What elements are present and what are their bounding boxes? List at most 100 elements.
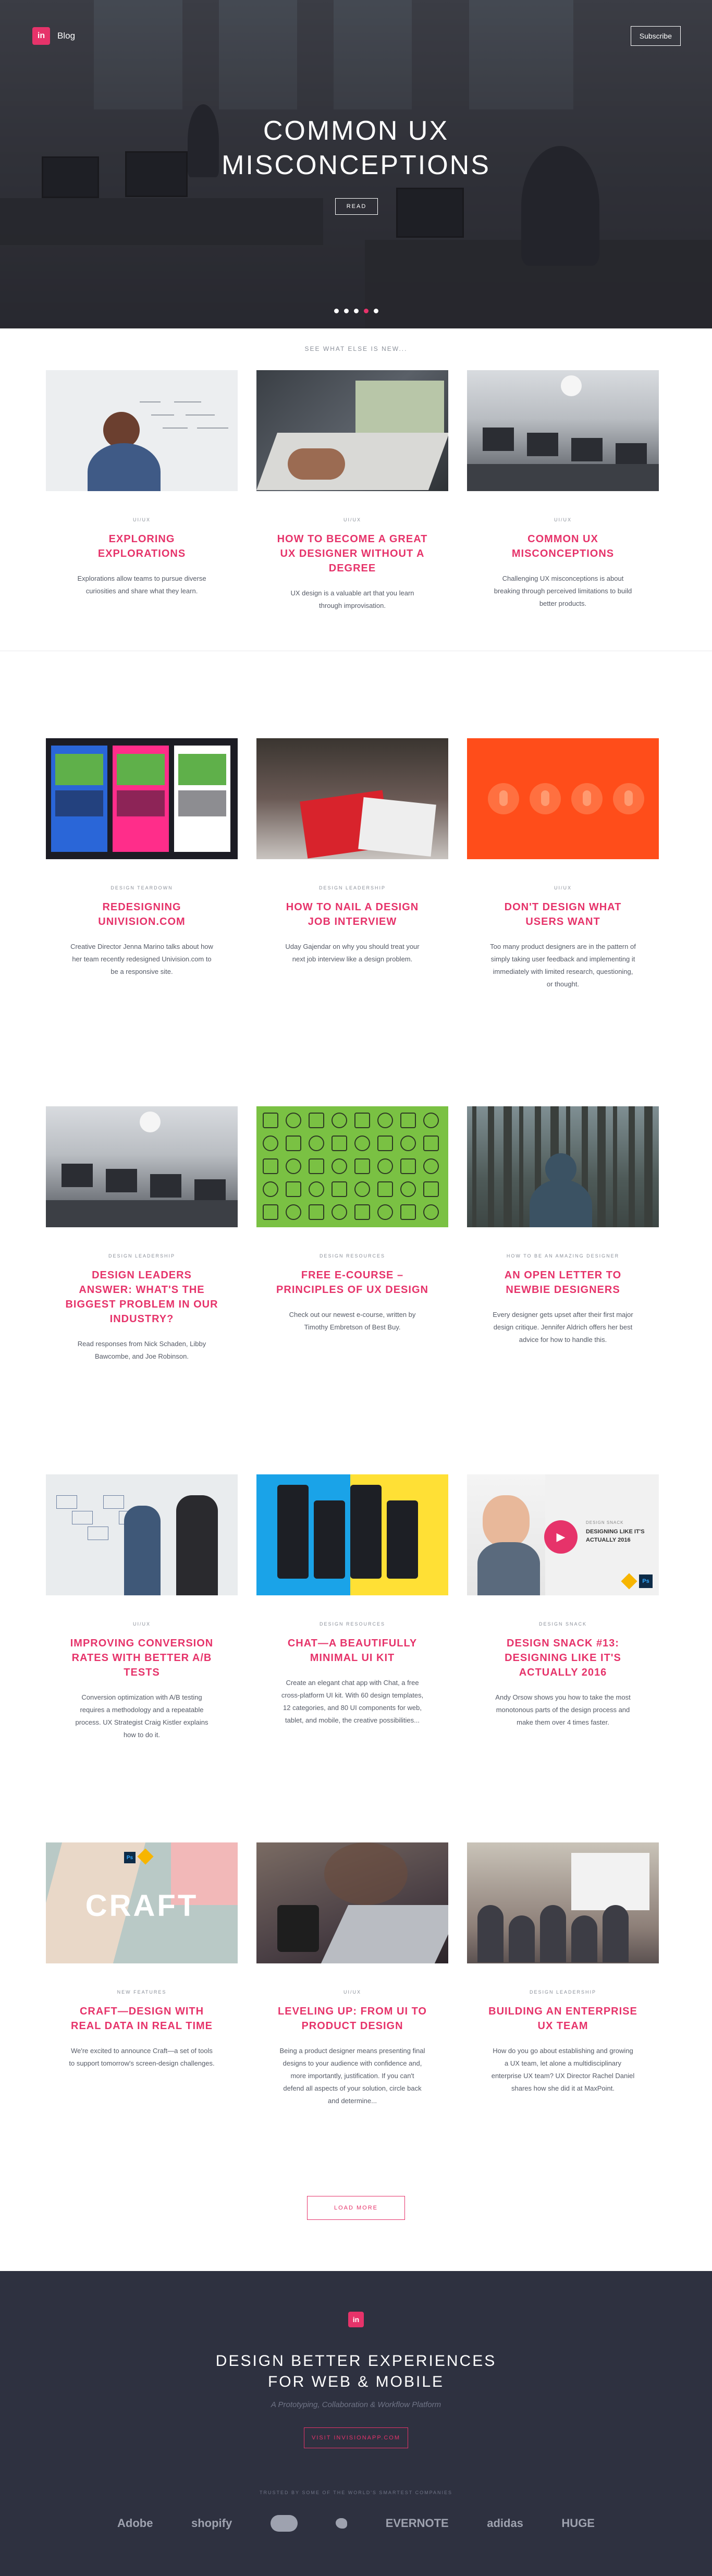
post-card[interactable]: DESIGN LEADERSHIP BUILDING AN ENTERPRISE … bbox=[467, 1842, 659, 2095]
post-category[interactable]: UI/UX bbox=[256, 517, 448, 522]
post-category[interactable]: DESIGN LEADERSHIP bbox=[467, 1989, 659, 1995]
line-icon bbox=[263, 1136, 278, 1151]
whiteboard-scribble bbox=[186, 414, 215, 416]
post-category[interactable]: UI/UX bbox=[46, 1621, 238, 1627]
post-title[interactable]: CHAT—A BEAUTIFULLY MINIMAL UI KIT bbox=[274, 1636, 431, 1665]
post-thumbnail[interactable] bbox=[46, 738, 238, 859]
line-icon bbox=[354, 1181, 370, 1197]
load-more-button[interactable]: LOAD MORE bbox=[307, 2196, 405, 2220]
slider-dot[interactable] bbox=[363, 309, 369, 313]
post-thumbnail[interactable] bbox=[467, 1106, 659, 1227]
post-title[interactable]: LEVELING UP: FROM UI TO PRODUCT DESIGN bbox=[274, 2004, 431, 2033]
post-category[interactable]: DESIGN RESOURCES bbox=[256, 1253, 448, 1259]
post-thumbnail[interactable] bbox=[256, 1474, 448, 1595]
post-category[interactable]: UI/UX bbox=[46, 517, 238, 522]
desk-monitor bbox=[62, 1164, 93, 1187]
post-thumbnail[interactable] bbox=[256, 1106, 448, 1227]
screen-image bbox=[178, 754, 226, 785]
line-icon bbox=[400, 1158, 416, 1174]
post-category[interactable]: DESIGN SNACK bbox=[467, 1621, 659, 1627]
line-icon bbox=[400, 1136, 416, 1151]
post-category[interactable]: HOW TO BE AN AMAZING DESIGNER bbox=[467, 1253, 659, 1259]
post-card[interactable]: UI/UX EXPLORING EXPLORATIONS Explorations … bbox=[46, 370, 238, 597]
line-icon bbox=[423, 1181, 439, 1197]
line-icon bbox=[332, 1136, 347, 1151]
post-thumbnail[interactable] bbox=[256, 370, 448, 491]
read-button[interactable]: READ bbox=[335, 198, 378, 215]
post-thumbnail[interactable] bbox=[46, 1106, 238, 1227]
post-card[interactable]: DESIGN LEADERSHIP DESIGN LEADERS ANSWER: … bbox=[46, 1106, 238, 1363]
post-title[interactable]: DESIGN SNACK #13: DESIGNING LIKE IT'S AC… bbox=[485, 1636, 641, 1680]
post-title[interactable]: DESIGN LEADERS ANSWER: WHAT'S THE BIGGES… bbox=[64, 1268, 220, 1326]
post-excerpt: Uday Gajendar on why you should treat yo… bbox=[285, 943, 420, 963]
whiteboard-scribble bbox=[174, 401, 201, 402]
post-card[interactable]: DESIGN RESOURCES FREE E-COURSE – PRINCIPL… bbox=[256, 1106, 448, 1334]
post-title[interactable]: DON'T DESIGN WHAT USERS WANT bbox=[485, 900, 641, 929]
post-card[interactable]: UI/UX LEVELING UP: FROM UI TO PRODUCT DES… bbox=[256, 1842, 448, 2107]
laptop-keyboard bbox=[256, 433, 448, 490]
post-category[interactable]: UI/UX bbox=[467, 517, 659, 522]
post-category[interactable]: DESIGN LEADERSHIP bbox=[46, 1253, 238, 1259]
line-icon bbox=[309, 1158, 324, 1174]
post-thumbnail[interactable] bbox=[46, 370, 238, 491]
post-title[interactable]: COMMON UX MISCONCEPTIONS bbox=[485, 532, 641, 561]
post-title[interactable]: EXPLORING EXPLORATIONS bbox=[64, 532, 220, 561]
slider-dot[interactable] bbox=[353, 309, 359, 313]
visit-invision-button[interactable]: VISIT INVISIONAPP.COM bbox=[304, 2427, 408, 2448]
slider-dot[interactable] bbox=[334, 309, 339, 313]
post-excerpt: How do you go about establishing and gro… bbox=[491, 2047, 635, 2092]
post-thumbnail[interactable] bbox=[467, 370, 659, 491]
post-thumbnail[interactable] bbox=[256, 1842, 448, 1963]
post-category[interactable]: UI/UX bbox=[467, 885, 659, 890]
post-card[interactable]: CRAFT Ps NEW FEATURES CRAFT—DESIGN WITH REA… bbox=[46, 1842, 238, 2070]
post-card[interactable]: ▶ DESIGN SNACK DESIGNING LIKE IT'S ACTUALLY… bbox=[467, 1474, 659, 1729]
post-card[interactable]: UI/UX HOW TO BECOME A GREAT UX DESIGNER W… bbox=[256, 370, 448, 612]
post-card[interactable]: DESIGN TEARDOWN REDESIGNING UNIVISION.COM… bbox=[46, 738, 238, 978]
post-title[interactable]: CRAFT—DESIGN WITH REAL DATA IN REAL TIME bbox=[64, 2004, 220, 2033]
post-category[interactable]: UI/UX bbox=[256, 1989, 448, 1995]
post-excerpt: Conversion optimization with A/B testing… bbox=[75, 1693, 208, 1739]
subscribe-button[interactable]: Subscribe bbox=[630, 26, 681, 46]
line-icon bbox=[286, 1181, 301, 1197]
post-title[interactable]: AN OPEN LETTER TO NEWBIE DESIGNERS bbox=[485, 1268, 641, 1297]
hero-title-line1: COMMON UX bbox=[263, 116, 449, 146]
slider-dot[interactable] bbox=[373, 309, 378, 313]
post-card[interactable]: UI/UX DON'T DESIGN WHAT USERS WANT Too man… bbox=[467, 738, 659, 991]
post-category[interactable]: DESIGN LEADERSHIP bbox=[256, 885, 448, 890]
post-title[interactable]: FREE E-COURSE – PRINCIPLES OF UX DESIGN bbox=[274, 1268, 431, 1297]
tree-trunk bbox=[504, 1106, 512, 1227]
post-card[interactable]: HOW TO BE AN AMAZING DESIGNER AN OPEN LET… bbox=[467, 1106, 659, 1346]
post-thumbnail[interactable]: CRAFT Ps bbox=[46, 1842, 238, 1963]
post-card[interactable]: UI/UX IMPROVING CONVERSION RATES WITH BET… bbox=[46, 1474, 238, 1741]
post-thumbnail[interactable]: ▶ DESIGN SNACK DESIGNING LIKE IT'S ACTUALLY… bbox=[467, 1474, 659, 1595]
site-logo[interactable]: in Blog bbox=[32, 27, 75, 45]
post-category[interactable]: DESIGN TEARDOWN bbox=[46, 885, 238, 890]
post-card[interactable]: UI/UX COMMON UX MISCONCEPTIONS Challenging… bbox=[467, 370, 659, 610]
whiteboard-scribble bbox=[140, 401, 161, 402]
post-thumbnail[interactable] bbox=[46, 1474, 238, 1595]
footer-subtitle: A Prototyping, Collaboration & Workflow … bbox=[271, 2400, 441, 2409]
post-thumbnail[interactable] bbox=[256, 738, 448, 859]
tree-trunk bbox=[613, 1106, 617, 1227]
post-thumbnail[interactable] bbox=[467, 1842, 659, 1963]
slider-dot[interactable] bbox=[343, 309, 349, 313]
post-title[interactable]: HOW TO NAIL A DESIGN JOB INTERVIEW bbox=[274, 900, 431, 929]
footer-logo-icon[interactable]: in bbox=[348, 2312, 364, 2327]
person-body bbox=[530, 1179, 592, 1227]
post-category[interactable]: DESIGN RESOURCES bbox=[256, 1621, 448, 1627]
post-title[interactable]: BUILDING AN ENTERPRISE UX TEAM bbox=[485, 2004, 641, 2033]
laptop bbox=[321, 1905, 448, 1963]
post-title[interactable]: IMPROVING CONVERSION RATES WITH BETTER A… bbox=[64, 1636, 220, 1680]
play-icon[interactable]: ▶ bbox=[544, 1520, 578, 1554]
post-excerpt: Create an elegant chat app with Chat, a … bbox=[281, 1679, 424, 1724]
post-card[interactable]: DESIGN LEADERSHIP HOW TO NAIL A DESIGN JO… bbox=[256, 738, 448, 966]
post-category[interactable]: NEW FEATURES bbox=[46, 1989, 238, 1995]
tree-trunk bbox=[472, 1106, 476, 1227]
post-title[interactable]: HOW TO BECOME A GREAT UX DESIGNER WITHOU… bbox=[274, 532, 431, 576]
post-thumbnail[interactable] bbox=[467, 738, 659, 859]
presenter-face bbox=[483, 1495, 530, 1547]
post-card[interactable]: DESIGN RESOURCES CHAT—A BEAUTIFULLY MINIM… bbox=[256, 1474, 448, 1727]
screen-block bbox=[55, 790, 103, 816]
line-icon bbox=[263, 1181, 278, 1197]
post-title[interactable]: REDESIGNING UNIVISION.COM bbox=[64, 900, 220, 929]
